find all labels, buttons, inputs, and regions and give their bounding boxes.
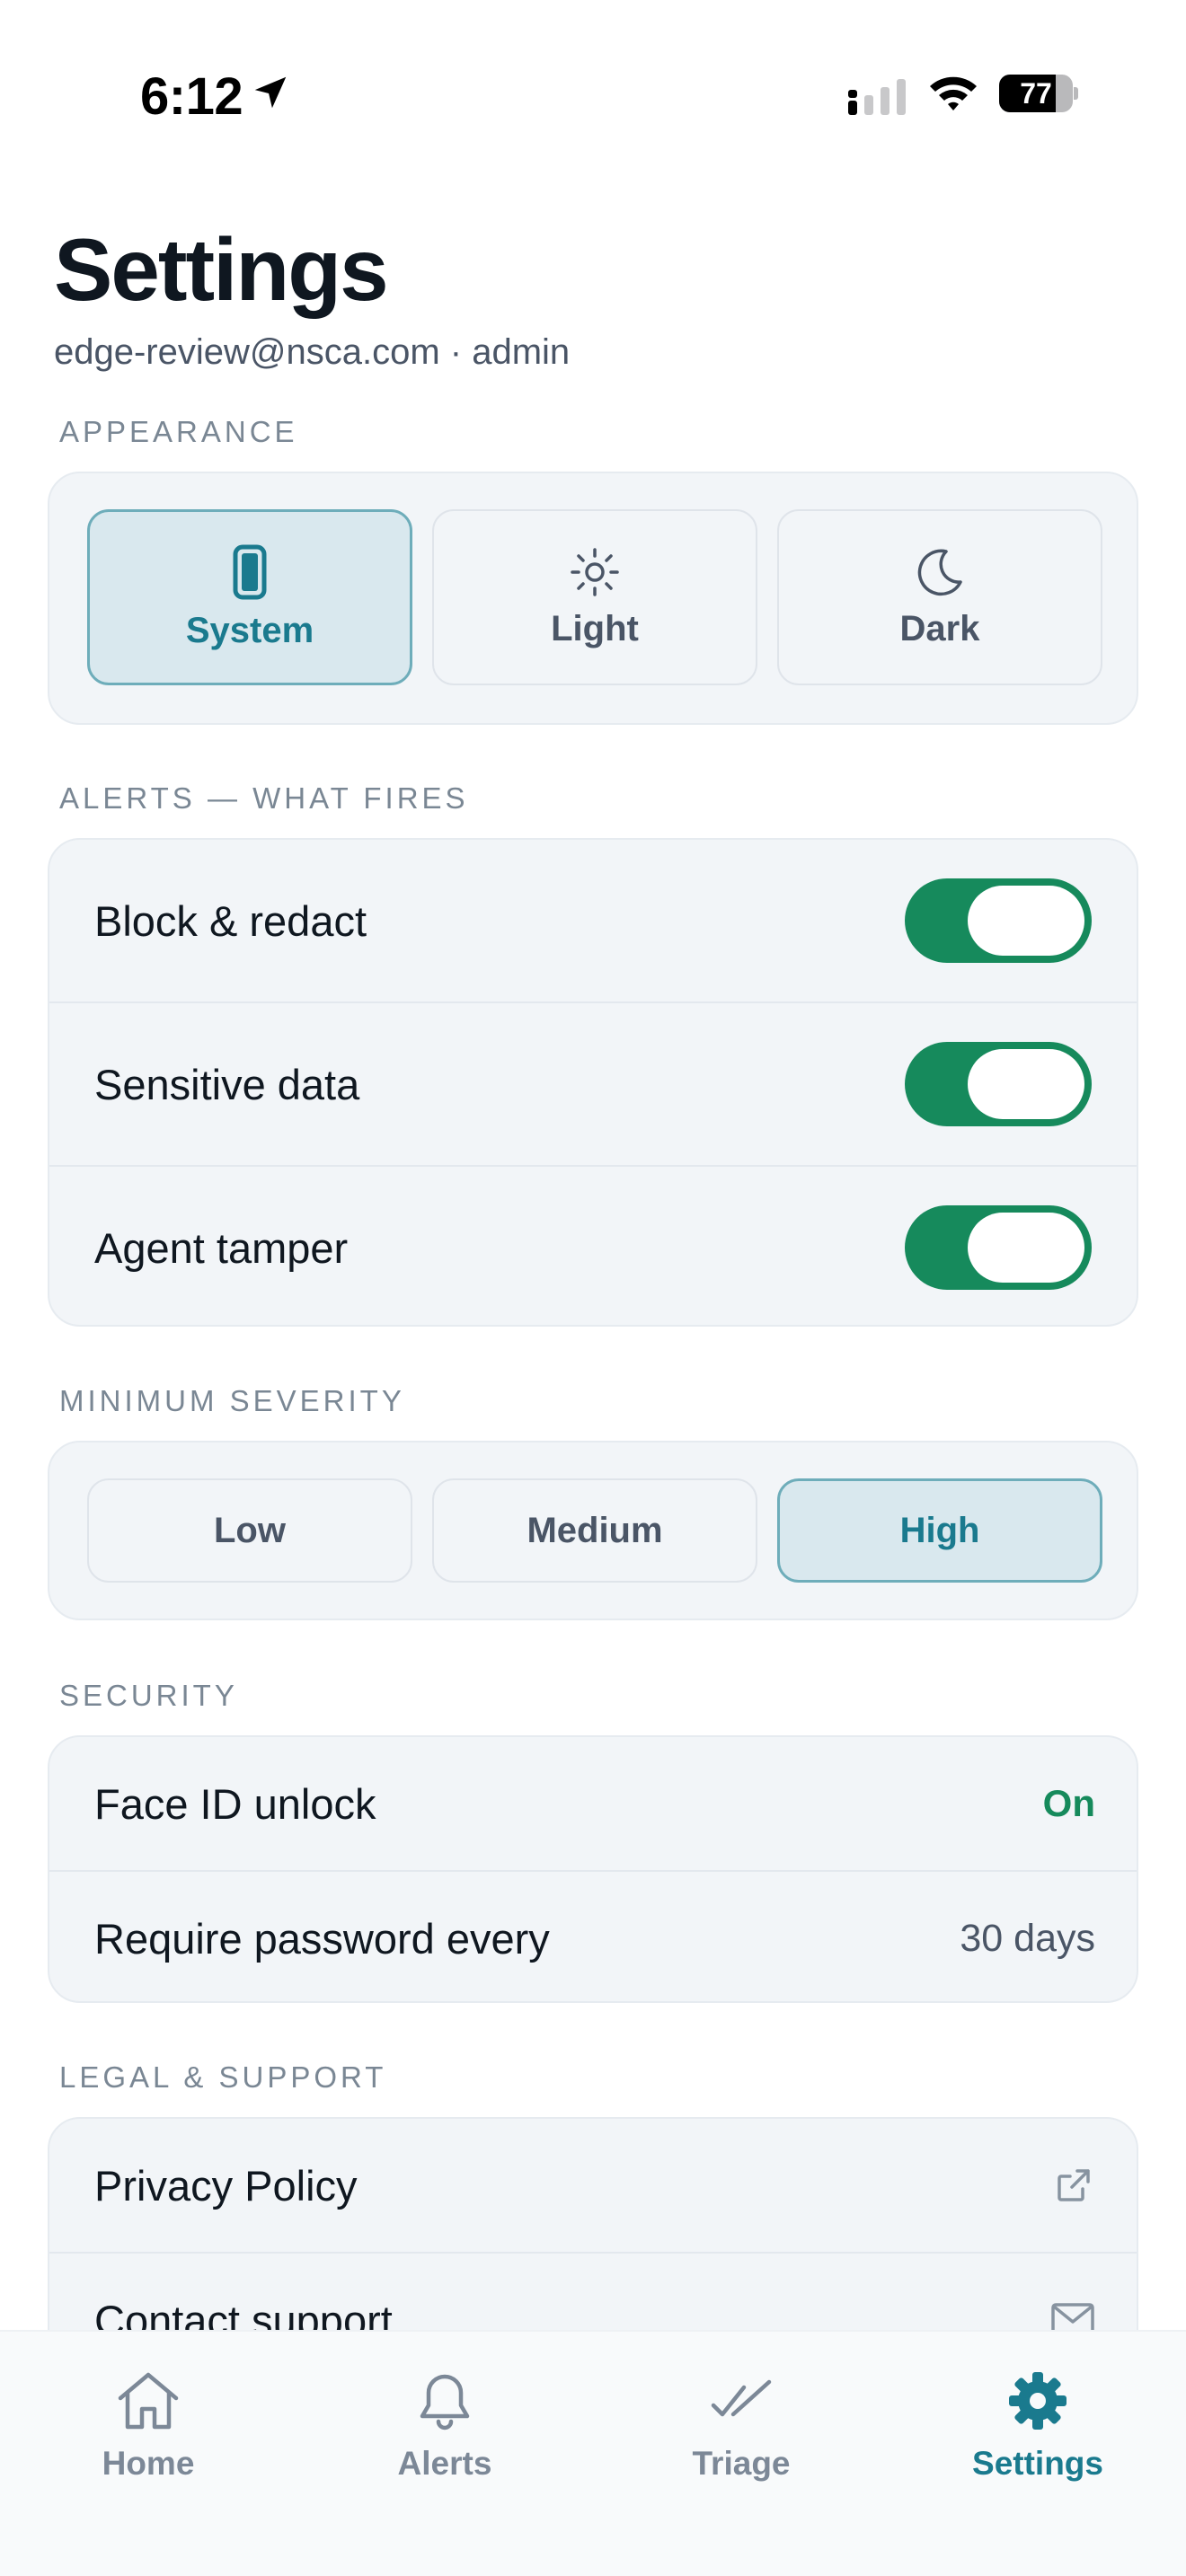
status-bar: 6:12 77 <box>0 0 1186 189</box>
signal-icon <box>848 79 906 115</box>
severity-option-label: Low <box>214 1510 286 1550</box>
privacy-policy-label: Privacy Policy <box>94 2161 358 2210</box>
sun-icon <box>571 547 619 596</box>
double-check-icon <box>711 2379 772 2417</box>
appearance-option-system[interactable]: System <box>87 509 412 685</box>
battery-percent: 77 <box>1020 77 1052 110</box>
appearance-option-dark[interactable]: Dark <box>777 509 1102 685</box>
phone-icon <box>233 544 267 599</box>
face-id-row[interactable]: Face ID unlock On <box>49 1737 1137 1870</box>
moon-icon <box>917 549 962 595</box>
tab-alerts[interactable]: Alerts <box>296 2332 593 2511</box>
password-interval-row[interactable]: Require password every 30 days <box>49 1872 1137 2001</box>
tab-settings[interactable]: Settings <box>890 2332 1186 2511</box>
appearance-option-label: Light <box>551 608 639 648</box>
face-id-value: On <box>1042 1782 1095 1824</box>
section-label-appearance: APPEARANCE <box>59 415 298 448</box>
section-label-alerts: ALERTS — WHAT FIRES <box>59 781 469 815</box>
battery-icon: 77 <box>999 75 1078 112</box>
appearance-card: System Light Dark <box>48 472 1138 725</box>
page-title: Settings <box>54 220 389 319</box>
appearance-option-label: Dark <box>899 608 980 648</box>
alerts-card: Block & redact Sensitive data Agent tamp… <box>48 838 1138 1327</box>
tab-label: Triage <box>692 2445 791 2482</box>
tab-triage[interactable]: Triage <box>593 2332 890 2511</box>
password-interval-value: 30 days <box>960 1916 1095 1960</box>
severity-option-low[interactable]: Low <box>87 1478 412 1583</box>
tab-home[interactable]: Home <box>0 2332 296 2511</box>
section-label-severity: MINIMUM SEVERITY <box>59 1384 405 1417</box>
gear-icon <box>1009 2372 1067 2430</box>
severity-option-label: High <box>899 1510 980 1550</box>
face-id-label: Face ID unlock <box>94 1779 376 1828</box>
wifi-icon <box>930 76 977 110</box>
section-label-legal: LEGAL & SUPPORT <box>59 2060 387 2094</box>
password-interval-label: Require password every <box>94 1914 550 1963</box>
section-label-security: SECURITY <box>59 1679 238 1712</box>
severity-option-medium[interactable]: Medium <box>432 1478 757 1583</box>
bell-icon <box>420 2374 470 2430</box>
toggle-sensitive-data[interactable] <box>905 1042 1092 1126</box>
account-email: edge-review@nsca.com · admin <box>54 332 571 372</box>
external-link-icon <box>1058 2169 1090 2201</box>
toggle-agent-tamper[interactable] <box>905 1205 1092 1290</box>
appearance-option-light[interactable]: Light <box>432 509 757 685</box>
toggle-block-redact[interactable] <box>905 878 1092 963</box>
alert-row-sensitive-data: Sensitive data <box>49 1003 1137 1165</box>
tab-label: Settings <box>972 2445 1103 2482</box>
home-icon <box>118 2372 179 2430</box>
severity-option-label: Medium <box>527 1510 663 1550</box>
privacy-policy-row[interactable]: Privacy Policy <box>49 2119 1137 2252</box>
security-card: Face ID unlock On Require password every… <box>48 1735 1138 2003</box>
alert-row-block-redact: Block & redact <box>49 840 1137 1001</box>
status-time: 6:12 <box>140 67 243 126</box>
severity-card: Low Medium High <box>48 1441 1138 1620</box>
alert-row-agent-tamper: Agent tamper <box>49 1167 1137 1325</box>
appearance-option-label: System <box>185 610 314 650</box>
tab-label: Home <box>102 2445 195 2482</box>
location-arrow-icon <box>254 76 287 109</box>
tab-label: Alerts <box>397 2445 492 2482</box>
tab-bar: Home Alerts Triage Settings <box>0 2330 1186 2576</box>
severity-option-high[interactable]: High <box>777 1478 1102 1583</box>
